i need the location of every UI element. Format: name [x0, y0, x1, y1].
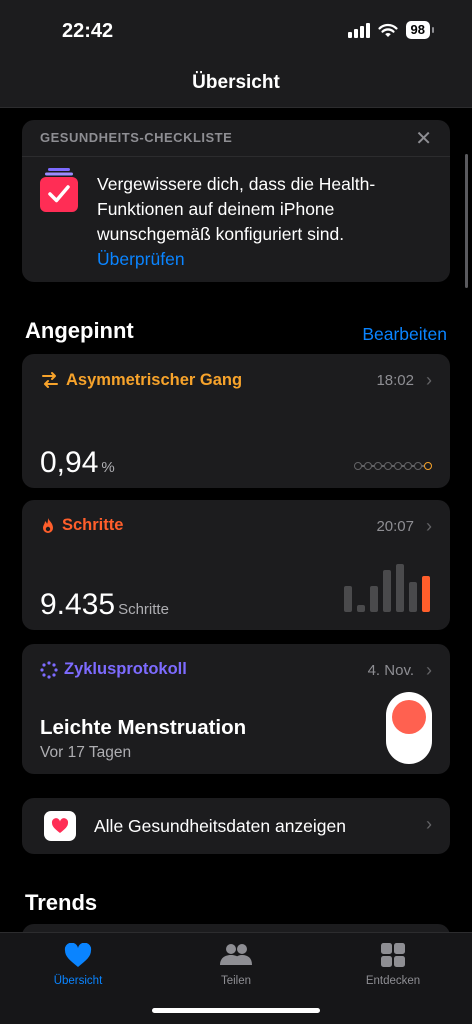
metric-value: 0,94% [40, 446, 115, 480]
close-icon[interactable]: ✕ [415, 126, 432, 151]
trends-section-title: Trends [25, 890, 98, 915]
review-link[interactable]: Überprüfen [97, 249, 185, 270]
steps-bar [370, 586, 378, 612]
checklist-icon [40, 168, 78, 212]
grid-icon [381, 943, 405, 967]
divider [22, 156, 450, 157]
metric-value-number: 9.435 [40, 588, 116, 621]
all-data-label: Alle Gesundheitsdaten anzeigen [94, 816, 346, 836]
gait-trend-dots [354, 462, 432, 470]
tab-overview[interactable]: Übersicht [28, 941, 128, 987]
steps-bar [357, 605, 365, 612]
tab-sharing[interactable]: Teilen [186, 941, 286, 987]
all-health-data-row[interactable]: Alle Gesundheitsdaten anzeigen › [22, 798, 450, 854]
metric-title-label: Zyklusprotokoll [64, 660, 187, 678]
edit-button[interactable]: Bearbeiten [362, 324, 447, 345]
period-dot [392, 700, 426, 734]
people-icon [220, 944, 252, 965]
metric-unit: Schritte [118, 601, 169, 618]
tab-label: Entdecken [365, 975, 421, 987]
home-indicator[interactable] [152, 1008, 320, 1013]
heart-icon [64, 942, 92, 967]
health-checklist-card: GESUNDHEITS-CHECKLISTE ✕ Vergewissere di… [22, 120, 450, 282]
steps-card[interactable]: Schritte 20:07 › 9.435 Schritte [22, 500, 450, 630]
checklist-message: Vergewissere dich, dass die Health-Funkt… [97, 174, 376, 244]
asymmetric-gait-card[interactable]: Asymmetrischer Gang 18:02 › 0,94% [22, 354, 450, 488]
tab-label: Übersicht [53, 975, 103, 987]
metric-title: Zyklusprotokoll [40, 660, 187, 679]
chevron-right-icon: › [426, 814, 432, 834]
chevron-right-icon: › [426, 660, 432, 680]
arrows-icon [42, 372, 58, 388]
chevron-right-icon: › [426, 370, 432, 390]
steps-bar-chart [344, 564, 430, 612]
status-icons: 98 [347, 21, 435, 39]
scroll-indicator[interactable] [465, 154, 468, 288]
battery-indicator: 98 [405, 21, 435, 39]
flame-icon [43, 517, 53, 533]
steps-bar [409, 582, 417, 612]
steps-bar [422, 576, 430, 612]
metric-title: Schritte [40, 516, 123, 535]
pinned-section-title: Angepinnt [25, 318, 134, 343]
checklist-header: GESUNDHEITS-CHECKLISTE [40, 130, 233, 145]
metric-time: 4. Nov. [367, 662, 414, 679]
cellular-signal-icon [347, 22, 370, 38]
metric-title-label: Schritte [62, 516, 124, 534]
tab-label: Teilen [220, 975, 252, 987]
metric-title: Asymmetrischer Gang [40, 370, 242, 390]
cycle-since: Vor 17 Tagen [40, 744, 132, 761]
chevron-right-icon: › [426, 516, 432, 536]
cycle-icon [40, 660, 58, 679]
metric-value: 9.435 Schritte [40, 588, 169, 622]
heart-icon [51, 818, 69, 833]
metric-time: 20:07 [376, 518, 414, 535]
wifi-icon [377, 23, 398, 37]
steps-bar [383, 570, 391, 612]
page-title: Übersicht [192, 72, 280, 93]
tab-discover[interactable]: Entdecken [343, 941, 443, 987]
cycle-status: Leichte Menstruation [40, 716, 247, 739]
metric-time: 18:02 [376, 372, 414, 389]
steps-bar [396, 564, 404, 612]
menstruation-indicator [386, 692, 432, 764]
health-app-icon [44, 811, 76, 841]
metric-title-label: Asymmetrischer Gang [66, 370, 243, 389]
top-bar: 22:42 98 Übersicht [0, 0, 472, 108]
metric-unit: % [101, 459, 115, 476]
metric-value-number: 0,94 [40, 446, 99, 479]
status-time: 22:42 [62, 20, 114, 42]
cycle-tracking-card[interactable]: Zyklusprotokoll 4. Nov. › Leichte Menstr… [22, 644, 450, 774]
steps-bar [344, 586, 352, 612]
